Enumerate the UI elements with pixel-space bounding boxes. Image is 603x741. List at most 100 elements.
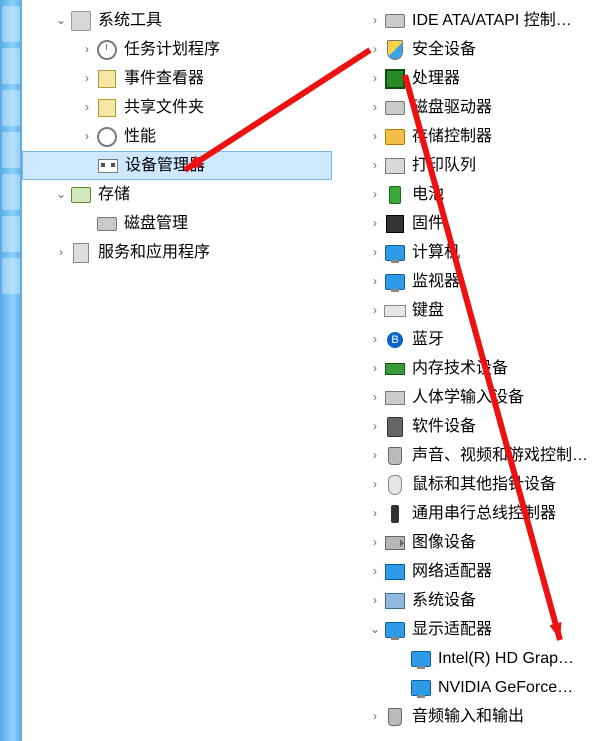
- cat-ide[interactable]: › IDE ATA/ATAPI 控制…: [332, 6, 603, 35]
- tree-item-label: 磁盘驱动器: [412, 93, 603, 122]
- expand-closed-icon[interactable]: ›: [52, 238, 70, 267]
- taskbar-item[interactable]: [2, 90, 20, 126]
- cat-computer[interactable]: ›计算机: [332, 238, 603, 267]
- node-disk-management[interactable]: 磁盘管理: [22, 209, 332, 238]
- expand-closed-icon[interactable]: ›: [366, 412, 384, 441]
- cat-imaging-devices[interactable]: ›图像设备: [332, 528, 603, 557]
- expand-open-icon[interactable]: ⌄: [52, 6, 70, 35]
- taskbar-item[interactable]: [2, 48, 20, 84]
- monitor-icon: [410, 677, 432, 699]
- expand-closed-icon[interactable]: ›: [366, 383, 384, 412]
- battery-icon: [384, 184, 406, 206]
- devmgr-icon: [97, 155, 119, 177]
- cat-software-devices[interactable]: ›软件设备: [332, 412, 603, 441]
- node-system-tools[interactable]: ⌄系统工具: [22, 6, 332, 35]
- expand-open-icon[interactable]: ⌄: [52, 180, 70, 209]
- expand-closed-icon[interactable]: ›: [366, 180, 384, 209]
- tree-item-label: 网络适配器: [412, 557, 603, 586]
- cat-usb-controllers[interactable]: › 通用串行总线控制器: [332, 499, 603, 528]
- expand-closed-icon[interactable]: ›: [366, 35, 384, 64]
- tree-item-label: 通用串行总线控制器: [412, 499, 603, 528]
- expand-closed-icon[interactable]: ›: [366, 296, 384, 325]
- cat-disk-drives[interactable]: › 磁盘驱动器: [332, 93, 603, 122]
- dev-intel-hd-graphics[interactable]: Intel(R) HD Grap…: [332, 644, 603, 673]
- sw-icon: [384, 416, 406, 438]
- expand-closed-icon[interactable]: ›: [366, 122, 384, 151]
- tree-item-label: IDE ATA/ATAPI 控制…: [412, 6, 603, 35]
- cat-network-adapters[interactable]: › 网络适配器: [332, 557, 603, 586]
- expand-closed-icon[interactable]: ›: [366, 557, 384, 586]
- expand-closed-icon[interactable]: ›: [366, 325, 384, 354]
- expand-closed-icon[interactable]: ›: [78, 93, 96, 122]
- taskbar-item[interactable]: [2, 6, 20, 42]
- cat-hid[interactable]: ›人体学输入设备: [332, 383, 603, 412]
- hid-icon: [384, 387, 406, 409]
- taskbar-item[interactable]: [2, 174, 20, 210]
- expand-closed-icon[interactable]: ›: [366, 586, 384, 615]
- tree-item-label: 声音、视频和游戏控制…: [412, 441, 603, 470]
- node-task-scheduler[interactable]: ›任务计划程序: [22, 35, 332, 64]
- expand-closed-icon[interactable]: ›: [366, 528, 384, 557]
- tree-item-label: 安全设备: [412, 35, 603, 64]
- disk-icon: [384, 97, 406, 119]
- cam-icon: [384, 532, 406, 554]
- shield-icon: [384, 39, 406, 61]
- expand-closed-icon[interactable]: ›: [366, 499, 384, 528]
- dev-nvidia-geforce[interactable]: NVIDIA GeForce…: [332, 673, 603, 702]
- expand-closed-icon[interactable]: ›: [366, 64, 384, 93]
- cat-sound-video-game[interactable]: › 声音、视频和游戏控制…: [332, 441, 603, 470]
- tree-item-label: 服务和应用程序: [98, 238, 332, 267]
- perf-icon: [96, 126, 118, 148]
- chip-icon: [384, 68, 406, 90]
- sys-icon: [384, 590, 406, 612]
- expand-closed-icon[interactable]: ›: [366, 702, 384, 731]
- expand-closed-icon[interactable]: ›: [78, 64, 96, 93]
- tree-item-label: 系统设备: [412, 586, 603, 615]
- cat-batteries[interactable]: ›电池: [332, 180, 603, 209]
- node-services-apps[interactable]: › 服务和应用程序: [22, 238, 332, 267]
- expand-closed-icon[interactable]: ›: [78, 35, 96, 64]
- expand-closed-icon[interactable]: ›: [366, 209, 384, 238]
- storage-icon: [70, 184, 92, 206]
- cat-firmware[interactable]: ›固件: [332, 209, 603, 238]
- cat-print-queues[interactable]: › 打印队列: [332, 151, 603, 180]
- device-manager-tree: ›IDE ATA/ATAPI 控制…›安全设备›处理器›磁盘驱动器›存储控制器›…: [332, 0, 603, 741]
- event-icon: [96, 68, 118, 90]
- cat-audio-inputs-outputs[interactable]: ›音频输入和输出: [332, 702, 603, 731]
- expand-closed-icon[interactable]: ›: [366, 238, 384, 267]
- node-performance[interactable]: ›性能: [22, 122, 332, 151]
- cat-bluetooth[interactable]: ›B蓝牙: [332, 325, 603, 354]
- expand-closed-icon[interactable]: ›: [366, 354, 384, 383]
- cat-mice[interactable]: ›鼠标和其他指针设备: [332, 470, 603, 499]
- taskbar-item[interactable]: [2, 216, 20, 252]
- cat-monitors[interactable]: ›监视器: [332, 267, 603, 296]
- expand-closed-icon[interactable]: ›: [366, 267, 384, 296]
- cat-system-devices[interactable]: › 系统设备: [332, 586, 603, 615]
- expand-closed-icon[interactable]: ›: [366, 93, 384, 122]
- expand-closed-icon[interactable]: ›: [366, 6, 384, 35]
- usb-icon: [384, 503, 406, 525]
- printer-icon: [384, 155, 406, 177]
- node-storage[interactable]: ⌄存储: [22, 180, 332, 209]
- taskbar-item[interactable]: [2, 132, 20, 168]
- taskbar-item[interactable]: [2, 258, 20, 294]
- expand-closed-icon[interactable]: ›: [78, 122, 96, 151]
- node-shared-folders[interactable]: ›共享文件夹: [22, 93, 332, 122]
- node-event-viewer[interactable]: ›事件查看器: [22, 64, 332, 93]
- tree-item-label: 打印队列: [412, 151, 603, 180]
- expand-closed-icon[interactable]: ›: [366, 441, 384, 470]
- cat-display-adapters[interactable]: ⌄显示适配器: [332, 615, 603, 644]
- cat-security-devices[interactable]: › 安全设备: [332, 35, 603, 64]
- expand-closed-icon[interactable]: ›: [366, 470, 384, 499]
- expand-open-icon[interactable]: ⌄: [366, 615, 384, 644]
- node-device-manager[interactable]: 设备管理器: [22, 151, 332, 180]
- tree-item-label: 键盘: [412, 296, 603, 325]
- cat-keyboards[interactable]: › 键盘: [332, 296, 603, 325]
- speaker-icon: [384, 445, 406, 467]
- cat-storage-controllers[interactable]: ›存储控制器: [332, 122, 603, 151]
- tree-item-label: 处理器: [412, 64, 603, 93]
- cat-processors[interactable]: › 处理器: [332, 64, 603, 93]
- controller-icon: [384, 126, 406, 148]
- cat-memory-tech[interactable]: ›内存技术设备: [332, 354, 603, 383]
- expand-closed-icon[interactable]: ›: [366, 151, 384, 180]
